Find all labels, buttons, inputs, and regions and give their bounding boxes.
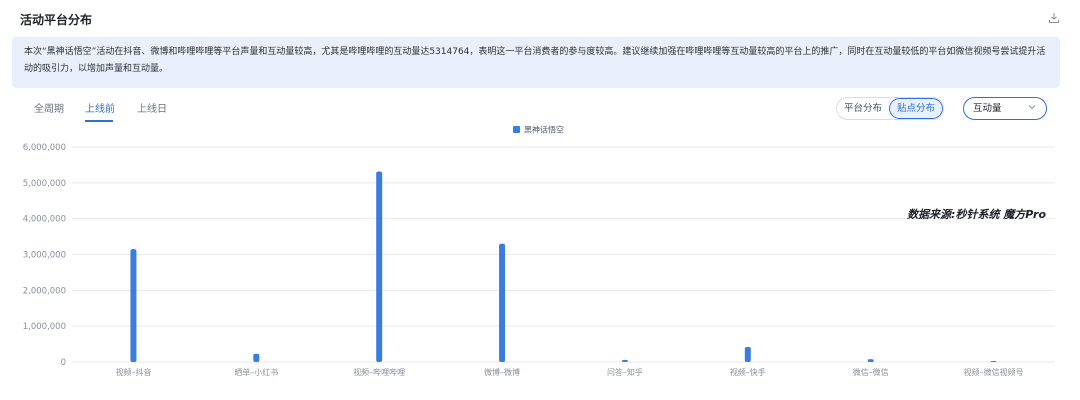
x-tick-label: 微博–微博: [484, 367, 520, 377]
y-tick-label: 3,000,000: [23, 251, 66, 261]
x-tick-label: 晒单–小红书: [234, 367, 278, 377]
legend-label: 黑神话悟空: [524, 125, 564, 135]
toggle-platform-distribution[interactable]: 平台分布: [837, 98, 889, 119]
summary-banner: 本次“黑神话悟空”活动在抖音、微博和哔哩哔哩等平台声量和互动量较高，尤其是哔哩哔…: [12, 37, 1060, 88]
source-annotation: 数据来源:秒针系统 魔方Pro: [907, 208, 1046, 221]
x-tick-label: 问答–知乎: [607, 367, 643, 377]
tab-full-period[interactable]: 全周期: [34, 100, 64, 115]
y-tick-label: 1,000,000: [23, 322, 66, 332]
x-tick-label: 视频–哔哩哔哩: [353, 367, 405, 377]
x-tick-label: 视频–微信视频号: [964, 367, 1024, 377]
bar: [376, 171, 383, 362]
tab-pre-launch[interactable]: 上线前: [85, 100, 115, 115]
y-tick-label: 6,000,000: [23, 143, 66, 153]
bar: [130, 249, 137, 362]
bar: [867, 359, 874, 362]
bar: [744, 346, 751, 362]
card-title: 活动平台分布: [20, 13, 93, 27]
y-tick-label: 4,000,000: [23, 215, 66, 225]
metric-select-value: 互动量: [973, 103, 1002, 114]
x-tick-label: 视频–快手: [730, 367, 766, 377]
y-tick-label: 5,000,000: [23, 179, 66, 189]
platform-distribution-card: 活动平台分布 本次“黑神话悟空”活动在抖音、微博和哔哩哔哩等平台声量和互动量较高…: [0, 0, 1080, 400]
x-tick-label: 微信–微信: [853, 367, 889, 377]
bar: [499, 243, 506, 362]
download-icon[interactable]: [1048, 12, 1060, 24]
bar-chart: 黑神话悟空 0 1,000,000 2,000,000 3,000,000 4,000,0…: [23, 125, 1055, 377]
y-tick-label: 0: [61, 358, 66, 368]
bar: [253, 353, 260, 362]
y-tick-label: 2,000,000: [23, 286, 66, 296]
bar: [621, 359, 628, 362]
tab-launch-day[interactable]: 上线日: [137, 100, 167, 115]
toggle-post-distribution[interactable]: 贴点分布: [889, 98, 944, 119]
chevron-down-icon: [1028, 105, 1036, 110]
metric-select[interactable]: 互动量: [963, 97, 1047, 120]
bar: [990, 361, 997, 362]
x-tick-label: 视频–抖音: [115, 367, 151, 377]
distribution-toggle: 平台分布 贴点分布: [836, 97, 945, 120]
legend-swatch: [513, 126, 520, 133]
